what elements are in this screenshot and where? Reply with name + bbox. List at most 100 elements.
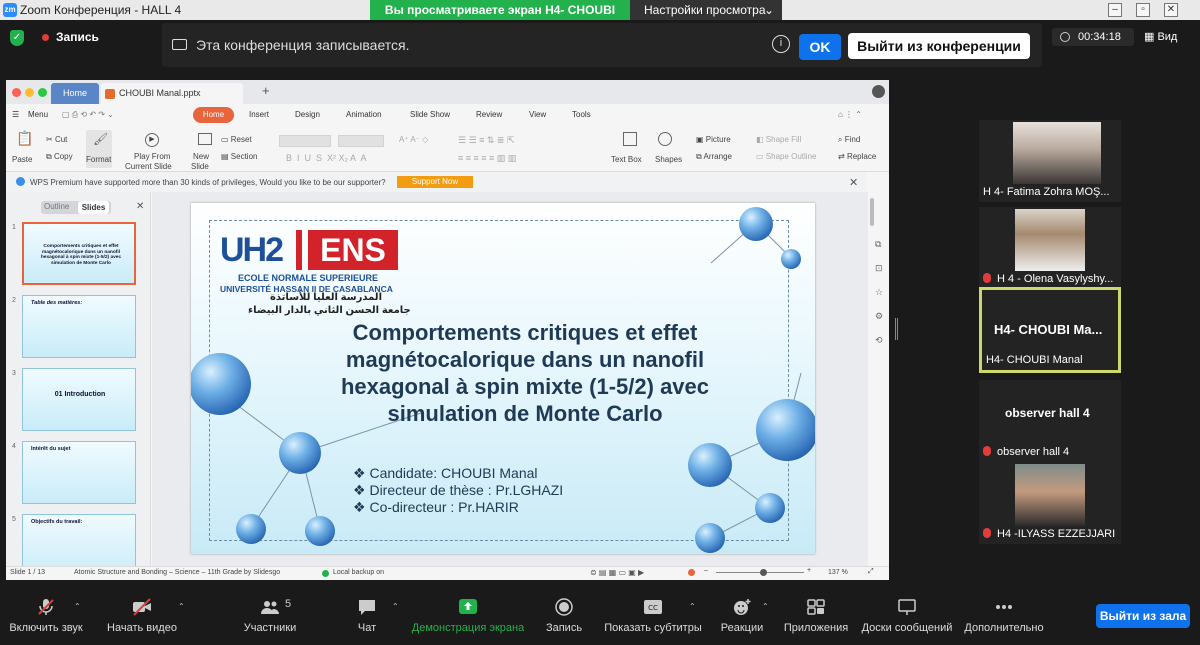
menu-item-animation[interactable]: Animation [346, 110, 382, 119]
play-from-label[interactable]: Play From [134, 152, 170, 161]
menu-item-review[interactable]: Review [476, 110, 502, 119]
zoom-slider-handle[interactable] [760, 569, 767, 576]
close-icon[interactable]: ✕ [1164, 3, 1178, 17]
quick-access-icons[interactable]: ▢ ⎙ ⟲ ↶ ↷ ⌄ [62, 110, 114, 120]
leave-room-button[interactable]: Выйти из зала [1096, 604, 1190, 628]
slide-canvas[interactable]: UH2 ENS ECOLE NORMALE SUPERIEURE UNIVERS… [152, 192, 868, 566]
section-button[interactable]: ▤ Section [221, 152, 257, 161]
mac-zoom-icon[interactable] [38, 88, 47, 97]
slide-thumbnail[interactable]: 01 Introduction [22, 368, 136, 431]
zoom-out-icon[interactable]: – [704, 567, 708, 574]
mac-close-icon[interactable] [12, 88, 21, 97]
participants-button[interactable]: 5 Участники [237, 590, 303, 645]
text-box-icon[interactable] [623, 132, 637, 146]
minimize-icon[interactable]: – [1108, 3, 1122, 17]
current-slide[interactable]: UH2 ENS ECOLE NORMALE SUPERIEURE UNIVERS… [191, 203, 815, 554]
cut-button[interactable]: ✂ Cut [46, 135, 67, 144]
font-size-field[interactable] [338, 135, 384, 147]
slide-thumbnail[interactable]: Table des matières: [22, 295, 136, 358]
maximize-icon[interactable]: ▫ [1136, 3, 1150, 17]
reset-button[interactable]: ▭ Reset [221, 135, 252, 144]
unmute-button[interactable]: ⌃ Включить звук [0, 590, 92, 645]
ok-button[interactable]: OK [799, 34, 841, 60]
share-screen-button[interactable]: Демонстрация экрана [410, 590, 526, 645]
participant-tile[interactable]: H 4 - Olena Vasylyshy... [979, 207, 1121, 289]
shapes-icon[interactable] [658, 132, 672, 146]
participant-tile[interactable]: H 4- Fatima Zohra MOŞ... [979, 120, 1121, 202]
panel-splitter[interactable] [895, 318, 898, 340]
chevron-up-icon[interactable]: ⌃ [392, 602, 399, 611]
participant-tile[interactable]: H4 -ILYASS EZZEJJARI [979, 462, 1121, 544]
view-button[interactable]: ▦ Вид [1144, 28, 1177, 46]
security-shield-icon[interactable]: ✓ [10, 30, 24, 46]
menu-item-tools[interactable]: Tools [572, 110, 591, 119]
close-icon[interactable]: ✕ [849, 176, 858, 189]
slide-label[interactable]: Slide [191, 162, 209, 171]
play-icon[interactable]: ▶ [145, 133, 159, 147]
play-slideshow-icon[interactable] [688, 569, 695, 576]
chevron-up-icon[interactable]: ⌃ [689, 602, 696, 611]
start-video-button[interactable]: ⌃ Начать видео [102, 590, 185, 645]
new-tab-icon[interactable]: + [262, 83, 270, 98]
shared-screen[interactable]: Home CHOUBI Manal.pptx + ☰ Menu ▢ ⎙ ⟲ ↶ … [6, 80, 889, 580]
chat-button[interactable]: ⌃ Чат [346, 590, 399, 645]
captions-button[interactable]: CC ⌃ Показать субтитры [603, 590, 703, 645]
participant-tile[interactable]: observer hall 4 observer hall 4 [979, 380, 1121, 462]
participant-tile-active-speaker[interactable]: H4- CHOUBI Ma... H4- CHOUBI Manal [979, 287, 1121, 373]
tab-home[interactable]: Home [51, 83, 99, 104]
outline-slides-switch[interactable]: Outline Slides [41, 201, 111, 214]
slide-thumbnail[interactable]: Intérêt du sujet [22, 441, 136, 504]
mac-minimize-icon[interactable] [25, 88, 34, 97]
paste-icon[interactable]: 📋 [16, 130, 33, 147]
zoom-in-icon[interactable]: + [807, 567, 811, 574]
whiteboards-button[interactable]: Доски сообщений [860, 590, 954, 645]
menu-item-menu[interactable]: Menu [28, 110, 48, 119]
info-icon[interactable]: i [772, 35, 790, 53]
shape-outline-button[interactable]: ▭ Shape Outline [756, 152, 816, 161]
support-now-button[interactable]: Support Now [397, 176, 473, 188]
chevron-up-icon[interactable]: ⌃ [74, 602, 81, 611]
chevron-up-icon[interactable]: ⌃ [178, 602, 185, 611]
outline-tab[interactable]: Outline [44, 202, 69, 211]
close-panel-icon[interactable]: ✕ [136, 201, 144, 212]
scrollbar-thumb[interactable] [870, 198, 874, 226]
find-button[interactable]: ⌕ Find [838, 135, 860, 145]
arrange-button[interactable]: ⧉ Arrange [696, 152, 732, 162]
chevron-up-icon[interactable]: ⌃ [762, 602, 769, 611]
text-box-button[interactable]: Text Box [611, 155, 642, 164]
font-size-icons[interactable]: A⁺ A⁻ ◇ [399, 135, 428, 144]
fit-window-icon[interactable]: ⤢ [868, 568, 874, 576]
replace-button[interactable]: ⇄ Replace [838, 152, 876, 161]
slides-tab[interactable]: Slides [78, 201, 109, 214]
side-tool-icons[interactable]: ⧉ ⊡ ☆ ⚙ ⟲ [875, 232, 883, 352]
shape-fill-button[interactable]: ◧ Shape Fill [756, 135, 801, 144]
paste-button[interactable]: Paste [12, 155, 32, 164]
ribbon-options-icons[interactable]: ⌂ ⋮ ⌃ [838, 110, 862, 119]
new-slide-label[interactable]: New [193, 152, 209, 161]
new-slide-icon[interactable] [198, 133, 212, 145]
current-slide-label[interactable]: Current Slide [125, 162, 172, 171]
menu-item-home[interactable]: Home [193, 107, 234, 123]
slide-thumbnail[interactable]: Comportements critiques et effet magnéto… [22, 222, 136, 285]
record-button[interactable]: Запись [540, 590, 588, 645]
align-icons[interactable]: ≡ ≡ ≡ ≡ ≡ ▥ ▥ [458, 153, 516, 164]
menu-item-slide-show[interactable]: Slide Show [410, 110, 450, 119]
paragraph-icons[interactable]: ☰ ☰ ≡ ⇅ ≣ ⇱ [458, 135, 515, 146]
picture-button[interactable]: ▣ Picture [696, 135, 731, 144]
reactions-button[interactable]: ⌃ Реакции [716, 590, 769, 645]
leave-meeting-button[interactable]: Выйти из конференции [848, 33, 1030, 59]
font-name-field[interactable] [279, 135, 331, 147]
view-settings-dropdown[interactable]: Настройки просмотра ⌄ [630, 0, 782, 20]
menu-item-insert[interactable]: Insert [249, 110, 269, 119]
more-button[interactable]: Дополнительно [962, 590, 1046, 645]
hamburger-icon[interactable]: ☰ [12, 110, 19, 119]
menu-item-view[interactable]: View [529, 110, 546, 119]
copy-button[interactable]: ⧉ Copy [46, 152, 73, 162]
user-avatar[interactable] [872, 85, 885, 98]
menu-item-design[interactable]: Design [295, 110, 320, 119]
font-style-icons[interactable]: B I U S X² X₂ A A [286, 153, 367, 163]
tab-document[interactable]: CHOUBI Manal.pptx [101, 83, 243, 104]
apps-button[interactable]: Приложения [782, 590, 850, 645]
view-mode-icons[interactable]: ⊜ ▤ ▦ ▭ ▣ ▶ [590, 568, 644, 577]
shapes-button[interactable]: Shapes [655, 155, 682, 164]
